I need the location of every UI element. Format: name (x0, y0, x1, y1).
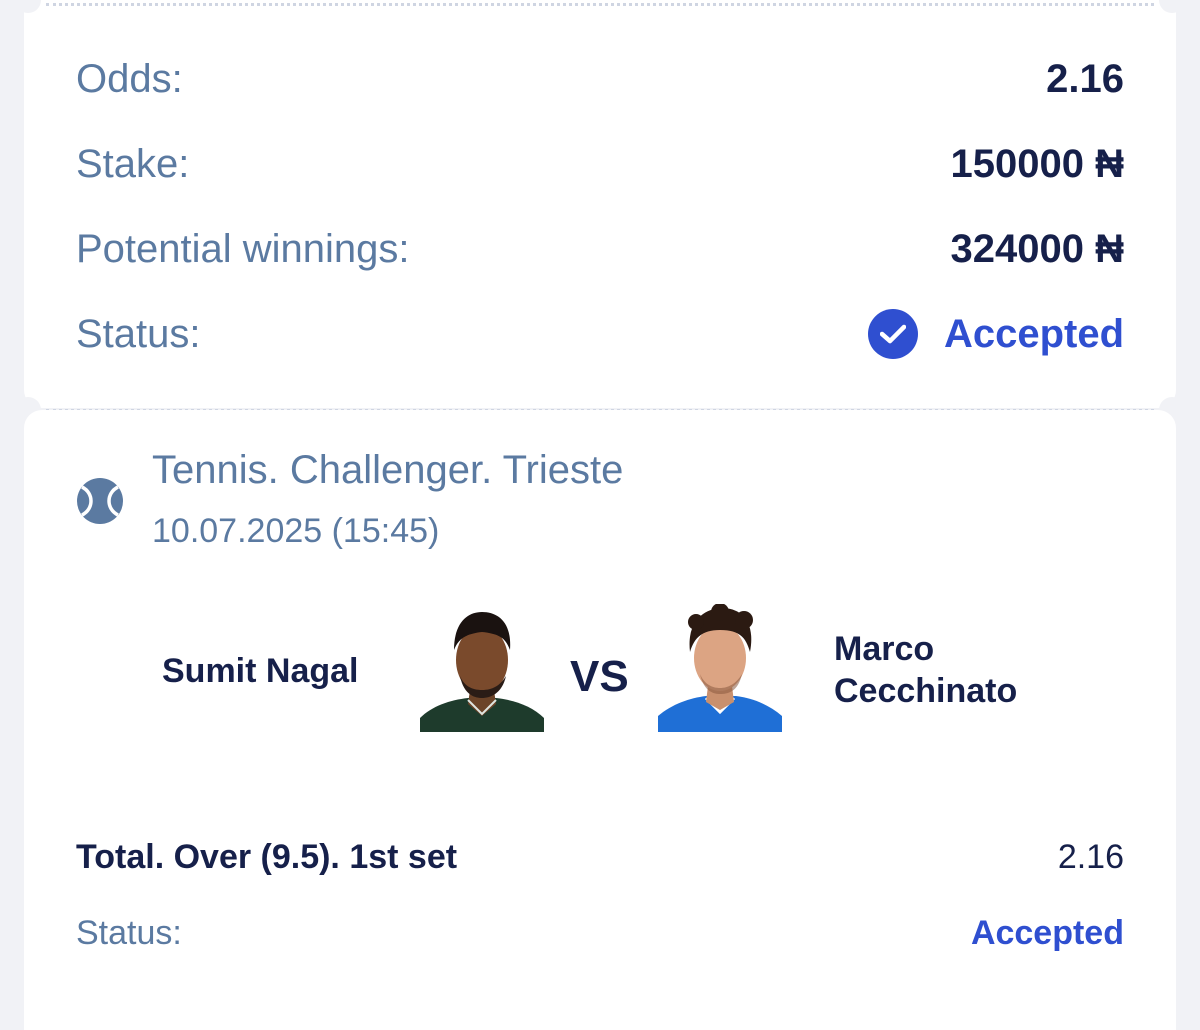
status-label: Status: (76, 311, 201, 356)
player1-avatar (420, 612, 544, 732)
stake-value: 150000 ₦ (950, 141, 1124, 186)
selection-odds: 2.16 (1057, 838, 1124, 876)
selection-row: Total. Over (9.5). 1st set 2.16 (76, 838, 1124, 877)
odds-row: Odds: 2.16 (76, 54, 1124, 104)
event-datetime: 10.07.2025 (15:45) (152, 512, 440, 550)
selection-status-row: Status: Accepted (76, 914, 1124, 953)
status-row: Status: Accepted (76, 309, 1124, 359)
ticket-divider (46, 3, 1154, 6)
check-circle-icon (867, 309, 918, 359)
tennis-ball-icon (77, 478, 123, 524)
potential-winnings-value: 324000 ₦ (950, 226, 1124, 271)
potential-winnings-label: Potential winnings: (76, 226, 410, 271)
player2-name: Marco Cecchinato (834, 630, 1018, 710)
stake-label: Stake: (76, 141, 190, 186)
player2-avatar (658, 604, 782, 732)
odds-value: 2.16 (1046, 56, 1124, 101)
event-title[interactable]: Tennis. Challenger. Trieste (152, 448, 623, 493)
selection-status-value: Accepted (970, 914, 1124, 952)
player1-name: Sumit Nagal (162, 652, 359, 690)
versus-label: VS (570, 652, 629, 701)
stake-row: Stake: 150000 ₦ (76, 139, 1124, 189)
odds-label: Odds: (76, 56, 183, 101)
status-value: Accepted (943, 311, 1124, 356)
potential-winnings-row: Potential winnings: 324000 ₦ (76, 224, 1124, 274)
selection-status-label: Status: (76, 914, 182, 952)
market-name: Total. Over (9.5). 1st set (76, 838, 458, 876)
status-indicator: Accepted (867, 309, 1124, 359)
